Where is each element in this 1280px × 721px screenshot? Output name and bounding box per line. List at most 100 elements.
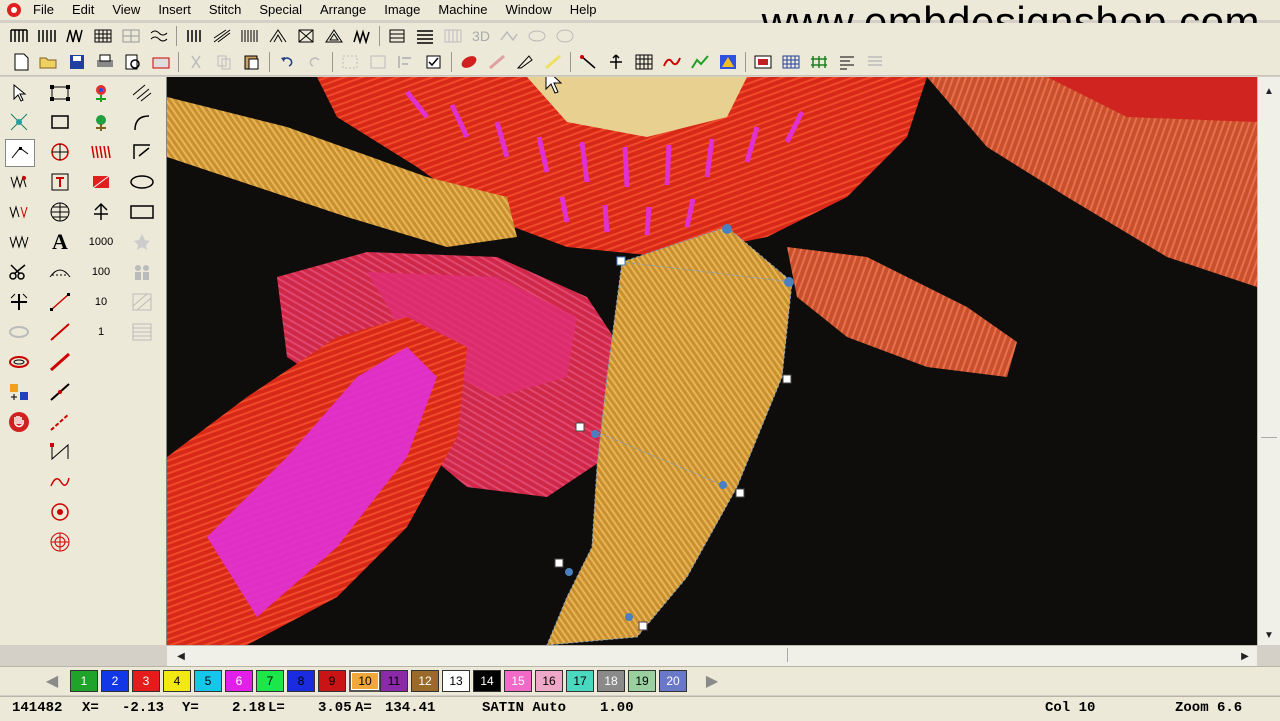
menu-window[interactable]: Window bbox=[497, 0, 561, 20]
monogram-icon[interactable] bbox=[46, 169, 74, 195]
palette-color-10[interactable]: 10 bbox=[349, 670, 381, 692]
palette-color-16[interactable]: 16 bbox=[535, 670, 563, 692]
stitch-count-1[interactable]: 1 bbox=[87, 319, 115, 345]
text-arc-icon[interactable] bbox=[46, 259, 74, 285]
jump-icon[interactable] bbox=[46, 469, 74, 495]
hand-pointer-icon[interactable] bbox=[605, 51, 627, 73]
ellipse-fill-icon[interactable] bbox=[526, 25, 548, 47]
trim-icon[interactable] bbox=[661, 51, 683, 73]
menu-stitch[interactable]: Stitch bbox=[200, 0, 251, 20]
color-sequence-icon[interactable] bbox=[5, 379, 33, 405]
select-arrow-icon[interactable] bbox=[5, 80, 33, 106]
satin-column-icon[interactable] bbox=[87, 139, 115, 165]
stitch-count-10[interactable]: 10 bbox=[87, 289, 115, 315]
palette-color-4[interactable]: 4 bbox=[163, 670, 191, 692]
palette-color-13[interactable]: 13 bbox=[442, 670, 470, 692]
hoop-grid-icon[interactable] bbox=[780, 51, 802, 73]
wave-fill-icon[interactable] bbox=[148, 25, 170, 47]
threed-button[interactable]: 3D bbox=[470, 25, 492, 47]
satin-line-icon[interactable] bbox=[458, 51, 480, 73]
menu-file[interactable]: File bbox=[24, 0, 63, 20]
palette-left-icon[interactable]: ◀ bbox=[40, 671, 64, 691]
diagonal-lines-icon[interactable] bbox=[128, 80, 156, 106]
machine-icon[interactable] bbox=[150, 51, 172, 73]
stamp-disabled-icon[interactable] bbox=[128, 229, 156, 255]
pattern-fill-icon[interactable] bbox=[92, 25, 114, 47]
palette-color-11[interactable]: 11 bbox=[380, 670, 408, 692]
app-logo-icon[interactable] bbox=[4, 0, 24, 20]
triple-line-icon[interactable] bbox=[46, 349, 74, 375]
copy-icon[interactable] bbox=[213, 51, 235, 73]
menu-edit[interactable]: Edit bbox=[63, 0, 103, 20]
hscroll-thumb[interactable] bbox=[197, 648, 788, 662]
lines-disabled-icon[interactable] bbox=[128, 319, 156, 345]
grid-icon[interactable] bbox=[633, 51, 655, 73]
design-canvas[interactable] bbox=[167, 77, 1257, 645]
start-stop-icon[interactable] bbox=[5, 289, 33, 315]
scroll-left-icon[interactable]: ◀ bbox=[171, 646, 191, 666]
spiral-fill-icon[interactable] bbox=[351, 25, 373, 47]
vertical-scrollbar[interactable]: ▲ ▼ bbox=[1257, 77, 1280, 645]
arc-tool-icon[interactable] bbox=[128, 109, 156, 135]
globe-grid-icon[interactable] bbox=[46, 199, 74, 225]
fill-stitch-icon[interactable] bbox=[36, 25, 58, 47]
people-disabled-icon[interactable] bbox=[128, 259, 156, 285]
flower-stamp-icon[interactable] bbox=[87, 80, 115, 106]
menu-help[interactable]: Help bbox=[561, 0, 606, 20]
menu-insert[interactable]: Insert bbox=[149, 0, 200, 20]
palette-color-7[interactable]: 7 bbox=[256, 670, 284, 692]
tree-stamp-icon[interactable] bbox=[87, 109, 115, 135]
list-icon[interactable] bbox=[864, 51, 886, 73]
grid-fill-icon[interactable] bbox=[120, 25, 142, 47]
chenille-icon[interactable] bbox=[46, 529, 74, 555]
emboss-icon[interactable] bbox=[498, 25, 520, 47]
stitch-edit-icon[interactable] bbox=[5, 169, 33, 195]
menu-machine[interactable]: Machine bbox=[429, 0, 496, 20]
needle-icon[interactable] bbox=[577, 51, 599, 73]
menu-image[interactable]: Image bbox=[375, 0, 429, 20]
redo-icon[interactable] bbox=[304, 51, 326, 73]
text-tool-icon[interactable]: A bbox=[46, 229, 74, 255]
applique-icon[interactable] bbox=[386, 25, 408, 47]
rotate-ring-icon[interactable] bbox=[5, 319, 33, 345]
palette-color-12[interactable]: 12 bbox=[411, 670, 439, 692]
bean-line-icon[interactable] bbox=[46, 379, 74, 405]
join-objects-icon[interactable] bbox=[5, 229, 33, 255]
lasso-icon[interactable] bbox=[5, 349, 33, 375]
save-icon[interactable] bbox=[66, 51, 88, 73]
lines-icon[interactable] bbox=[414, 25, 436, 47]
column-fill-tool-icon[interactable] bbox=[87, 199, 115, 225]
stop-hand-icon[interactable] bbox=[5, 409, 33, 435]
satin-stitch-icon[interactable] bbox=[8, 25, 30, 47]
hatch-disabled-icon[interactable] bbox=[128, 289, 156, 315]
cut-icon[interactable] bbox=[185, 51, 207, 73]
scroll-up-icon[interactable]: ▲ bbox=[1259, 81, 1279, 101]
scroll-thumb[interactable] bbox=[1261, 437, 1277, 468]
rulers-icon[interactable] bbox=[808, 51, 830, 73]
palette-color-19[interactable]: 19 bbox=[628, 670, 656, 692]
motif-line-icon[interactable] bbox=[46, 409, 74, 435]
run-line-icon[interactable] bbox=[46, 319, 74, 345]
palette-right-icon[interactable]: ▶ bbox=[700, 671, 724, 691]
print-icon[interactable] bbox=[94, 51, 116, 73]
menu-view[interactable]: View bbox=[103, 0, 149, 20]
stitch-graph-icon[interactable] bbox=[689, 51, 711, 73]
highlight-icon[interactable] bbox=[542, 51, 564, 73]
stitch-count-1000[interactable]: 1000 bbox=[87, 229, 115, 255]
reshape-tool-icon[interactable] bbox=[5, 139, 35, 167]
group-icon[interactable] bbox=[339, 51, 361, 73]
outline-icon[interactable] bbox=[514, 51, 536, 73]
palette-color-15[interactable]: 15 bbox=[504, 670, 532, 692]
print-preview-icon[interactable] bbox=[122, 51, 144, 73]
star-fill-icon[interactable] bbox=[323, 25, 345, 47]
sequin-icon[interactable] bbox=[46, 499, 74, 525]
contour-fill-icon[interactable] bbox=[267, 25, 289, 47]
node-select-icon[interactable] bbox=[5, 109, 33, 135]
radial-fill-icon[interactable] bbox=[211, 25, 233, 47]
scroll-right-icon[interactable]: ▶ bbox=[1235, 646, 1255, 666]
palette-color-5[interactable]: 5 bbox=[194, 670, 222, 692]
feather-icon[interactable] bbox=[486, 51, 508, 73]
horizontal-scrollbar[interactable]: ◀ ▶ bbox=[167, 645, 1257, 666]
open-folder-icon[interactable] bbox=[38, 51, 60, 73]
check-icon[interactable] bbox=[423, 51, 445, 73]
